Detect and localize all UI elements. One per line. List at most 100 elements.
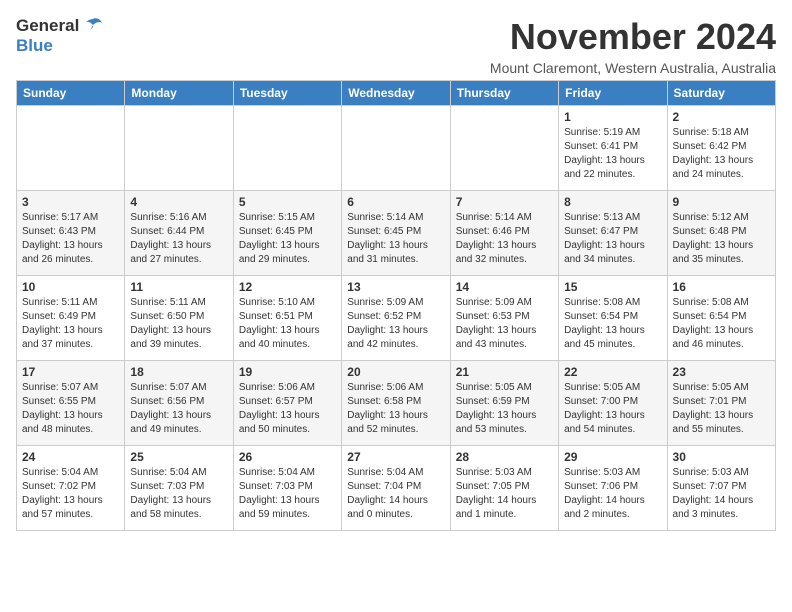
day-info: Sunrise: 5:09 AM Sunset: 6:52 PM Dayligh… — [347, 296, 444, 352]
calendar-cell: 18 Sunrise: 5:07 AM Sunset: 6:56 PM Dayli… — [125, 361, 233, 446]
calendar-cell — [450, 106, 558, 191]
day-info: Sunrise: 5:05 AM Sunset: 7:00 PM Dayligh… — [564, 381, 661, 437]
calendar-cell: 7Sunrise: 5:14 AM Sunset: 6:46 PM Daylig… — [450, 191, 558, 276]
calendar-cell: 26 Sunrise: 5:04 AM Sunset: 7:03 PM Dayli… — [233, 446, 341, 531]
day-number: 27 — [347, 450, 444, 464]
calendar-table: SundayMondayTuesdayWednesdayThursdayFrid… — [16, 80, 776, 531]
calendar-cell: 10 Sunrise: 5:11 AM Sunset: 6:49 PM Dayli… — [17, 276, 125, 361]
day-number: 26 — [239, 450, 336, 464]
day-number: 23 — [673, 365, 770, 379]
calendar-cell: 4 Sunrise: 5:16 AM Sunset: 6:44 PM Daylig… — [125, 191, 233, 276]
day-number: 8 — [564, 195, 661, 209]
day-number: 24 — [22, 450, 119, 464]
calendar-week-2: 3Sunrise: 5:17 AM Sunset: 6:43 PM Daylig… — [17, 191, 776, 276]
day-info: Sunrise: 5:06 AM Sunset: 6:58 PM Dayligh… — [347, 381, 444, 437]
day-number: 13 — [347, 280, 444, 294]
day-info: Sunrise: 5:04 AM Sunset: 7:03 PM Dayligh… — [130, 466, 227, 522]
day-info: Sunrise: 5:07 AM Sunset: 6:55 PM Dayligh… — [22, 381, 119, 437]
calendar-week-1: 1Sunrise: 5:19 AM Sunset: 6:41 PM Daylig… — [17, 106, 776, 191]
calendar-cell: 14Sunrise: 5:09 AM Sunset: 6:53 PM Dayli… — [450, 276, 558, 361]
day-info: Sunrise: 5:17 AM Sunset: 6:43 PM Dayligh… — [22, 211, 119, 267]
calendar-cell: 28Sunrise: 5:03 AM Sunset: 7:05 PM Dayli… — [450, 446, 558, 531]
calendar-cell: 24 Sunrise: 5:04 AM Sunset: 7:02 PM Dayli… — [17, 446, 125, 531]
weekday-header-wednesday: Wednesday — [342, 81, 450, 106]
day-number: 1 — [564, 110, 661, 124]
calendar-cell: 25 Sunrise: 5:04 AM Sunset: 7:03 PM Dayli… — [125, 446, 233, 531]
day-info: Sunrise: 5:07 AM Sunset: 6:56 PM Dayligh… — [130, 381, 227, 437]
day-info: Sunrise: 5:04 AM Sunset: 7:03 PM Dayligh… — [239, 466, 336, 522]
day-info: Sunrise: 5:13 AM Sunset: 6:47 PM Dayligh… — [564, 211, 661, 267]
day-number: 21 — [456, 365, 553, 379]
day-number: 17 — [22, 365, 119, 379]
day-info: Sunrise: 5:03 AM Sunset: 7:06 PM Dayligh… — [564, 466, 661, 522]
day-info: Sunrise: 5:06 AM Sunset: 6:57 PM Dayligh… — [239, 381, 336, 437]
calendar-cell: 12 Sunrise: 5:10 AM Sunset: 6:51 PM Dayli… — [233, 276, 341, 361]
day-number: 16 — [673, 280, 770, 294]
day-info: Sunrise: 5:11 AM Sunset: 6:50 PM Dayligh… — [130, 296, 227, 352]
calendar-week-5: 24 Sunrise: 5:04 AM Sunset: 7:02 PM Dayli… — [17, 446, 776, 531]
calendar-cell: 6 Sunrise: 5:14 AM Sunset: 6:45 PM Daylig… — [342, 191, 450, 276]
day-number: 20 — [347, 365, 444, 379]
day-info: Sunrise: 5:03 AM Sunset: 7:05 PM Dayligh… — [456, 466, 553, 522]
calendar-cell — [233, 106, 341, 191]
day-number: 22 — [564, 365, 661, 379]
calendar-cell: 5 Sunrise: 5:15 AM Sunset: 6:45 PM Daylig… — [233, 191, 341, 276]
weekday-header-thursday: Thursday — [450, 81, 558, 106]
calendar-cell: 29 Sunrise: 5:03 AM Sunset: 7:06 PM Dayli… — [559, 446, 667, 531]
day-number: 6 — [347, 195, 444, 209]
calendar-cell — [17, 106, 125, 191]
day-number: 2 — [673, 110, 770, 124]
calendar-cell: 1Sunrise: 5:19 AM Sunset: 6:41 PM Daylig… — [559, 106, 667, 191]
calendar-cell: 23Sunrise: 5:05 AM Sunset: 7:01 PM Dayli… — [667, 361, 775, 446]
day-info: Sunrise: 5:15 AM Sunset: 6:45 PM Dayligh… — [239, 211, 336, 267]
calendar-cell: 21 Sunrise: 5:05 AM Sunset: 6:59 PM Dayli… — [450, 361, 558, 446]
calendar-cell: 20 Sunrise: 5:06 AM Sunset: 6:58 PM Dayli… — [342, 361, 450, 446]
day-number: 29 — [564, 450, 661, 464]
day-info: Sunrise: 5:14 AM Sunset: 6:45 PM Dayligh… — [347, 211, 444, 267]
weekday-header-sunday: Sunday — [17, 81, 125, 106]
location-subtitle: Mount Claremont, Western Australia, Aust… — [490, 60, 776, 76]
weekday-header-row: SundayMondayTuesdayWednesdayThursdayFrid… — [17, 81, 776, 106]
weekday-header-tuesday: Tuesday — [233, 81, 341, 106]
day-number: 18 — [130, 365, 227, 379]
day-info: Sunrise: 5:04 AM Sunset: 7:02 PM Dayligh… — [22, 466, 119, 522]
calendar-cell — [342, 106, 450, 191]
calendar-cell: 22 Sunrise: 5:05 AM Sunset: 7:00 PM Dayli… — [559, 361, 667, 446]
day-info: Sunrise: 5:11 AM Sunset: 6:49 PM Dayligh… — [22, 296, 119, 352]
day-number: 9 — [673, 195, 770, 209]
day-number: 7 — [456, 195, 553, 209]
calendar-week-4: 17 Sunrise: 5:07 AM Sunset: 6:55 PM Dayli… — [17, 361, 776, 446]
calendar-cell: 9 Sunrise: 5:12 AM Sunset: 6:48 PM Daylig… — [667, 191, 775, 276]
calendar-cell: 13 Sunrise: 5:09 AM Sunset: 6:52 PM Dayli… — [342, 276, 450, 361]
day-info: Sunrise: 5:08 AM Sunset: 6:54 PM Dayligh… — [673, 296, 770, 352]
day-number: 12 — [239, 280, 336, 294]
weekday-header-friday: Friday — [559, 81, 667, 106]
day-info: Sunrise: 5:12 AM Sunset: 6:48 PM Dayligh… — [673, 211, 770, 267]
day-info: Sunrise: 5:08 AM Sunset: 6:54 PM Dayligh… — [564, 296, 661, 352]
day-number: 19 — [239, 365, 336, 379]
day-info: Sunrise: 5:18 AM Sunset: 6:42 PM Dayligh… — [673, 126, 770, 182]
calendar-cell — [125, 106, 233, 191]
day-number: 15 — [564, 280, 661, 294]
day-number: 4 — [130, 195, 227, 209]
day-number: 14 — [456, 280, 553, 294]
calendar-cell: 30Sunrise: 5:03 AM Sunset: 7:07 PM Dayli… — [667, 446, 775, 531]
day-number: 11 — [130, 280, 227, 294]
day-number: 10 — [22, 280, 119, 294]
day-info: Sunrise: 5:05 AM Sunset: 6:59 PM Dayligh… — [456, 381, 553, 437]
logo-general: General — [16, 16, 79, 36]
page-header: General Blue November 2024 Mount Claremo… — [16, 16, 776, 76]
day-info: Sunrise: 5:16 AM Sunset: 6:44 PM Dayligh… — [130, 211, 227, 267]
day-number: 5 — [239, 195, 336, 209]
calendar-cell: 15 Sunrise: 5:08 AM Sunset: 6:54 PM Dayli… — [559, 276, 667, 361]
day-info: Sunrise: 5:04 AM Sunset: 7:04 PM Dayligh… — [347, 466, 444, 522]
weekday-header-saturday: Saturday — [667, 81, 775, 106]
title-area: November 2024 Mount Claremont, Western A… — [490, 16, 776, 76]
logo-bird-icon — [81, 17, 103, 35]
calendar-cell: 19 Sunrise: 5:06 AM Sunset: 6:57 PM Dayli… — [233, 361, 341, 446]
day-number: 25 — [130, 450, 227, 464]
calendar-cell: 27 Sunrise: 5:04 AM Sunset: 7:04 PM Dayli… — [342, 446, 450, 531]
day-info: Sunrise: 5:03 AM Sunset: 7:07 PM Dayligh… — [673, 466, 770, 522]
day-info: Sunrise: 5:10 AM Sunset: 6:51 PM Dayligh… — [239, 296, 336, 352]
weekday-header-monday: Monday — [125, 81, 233, 106]
